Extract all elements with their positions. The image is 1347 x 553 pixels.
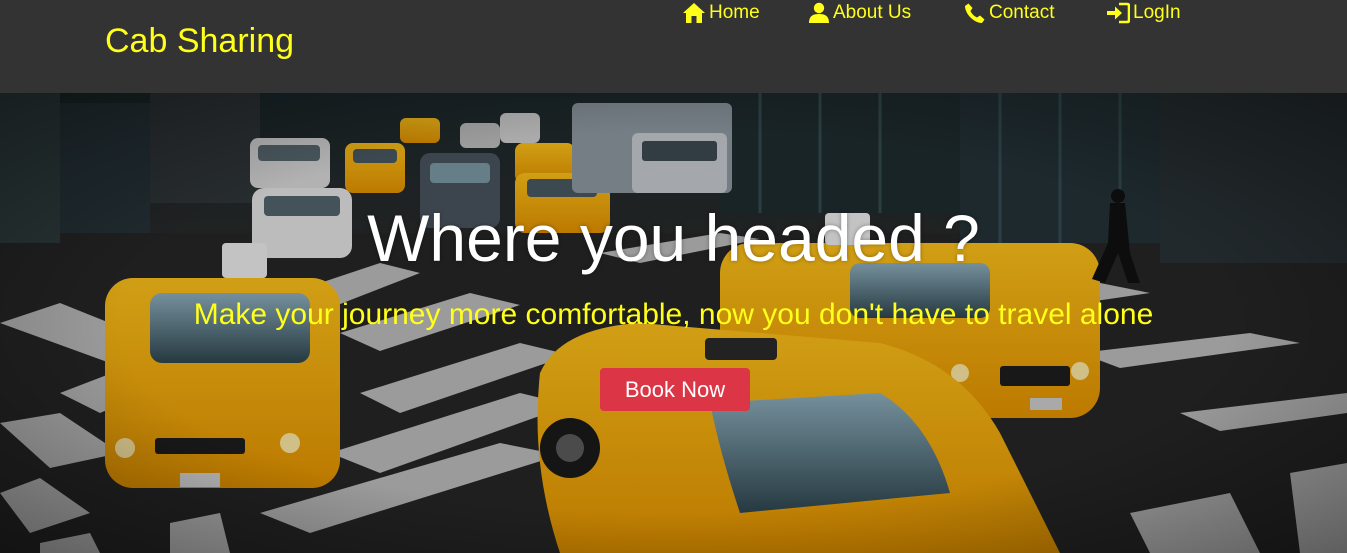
nav-item-login-label: LogIn — [1133, 2, 1181, 23]
nav-item-login[interactable]: LogIn — [1106, 0, 1181, 26]
brand-logo-link[interactable]: Cab Sharing — [105, 21, 294, 61]
hero-subtitle: Make your journey more comfortable, now … — [193, 298, 1154, 331]
nav-item-about-us-label: About Us — [833, 2, 912, 23]
nav-item-about-us[interactable]: About Us — [808, 0, 911, 26]
nav-item-home-label: Home — [709, 2, 760, 23]
hero-title: Where you headed ? — [367, 201, 980, 275]
hero-section: Where you headed ? Make your journey mor… — [0, 93, 1347, 553]
phone-icon — [965, 3, 985, 23]
user-icon — [809, 2, 829, 23]
book-now-button[interactable]: Book Now — [600, 368, 750, 411]
login-icon — [1107, 2, 1130, 24]
home-icon — [683, 3, 705, 23]
nav-item-contact-label: Contact — [989, 2, 1055, 23]
nav-item-home[interactable]: Home — [682, 0, 760, 26]
top-navbar: Cab Sharing Home About Us Contact LogIn — [0, 0, 1347, 93]
nav-item-contact[interactable]: Contact — [964, 0, 1054, 26]
